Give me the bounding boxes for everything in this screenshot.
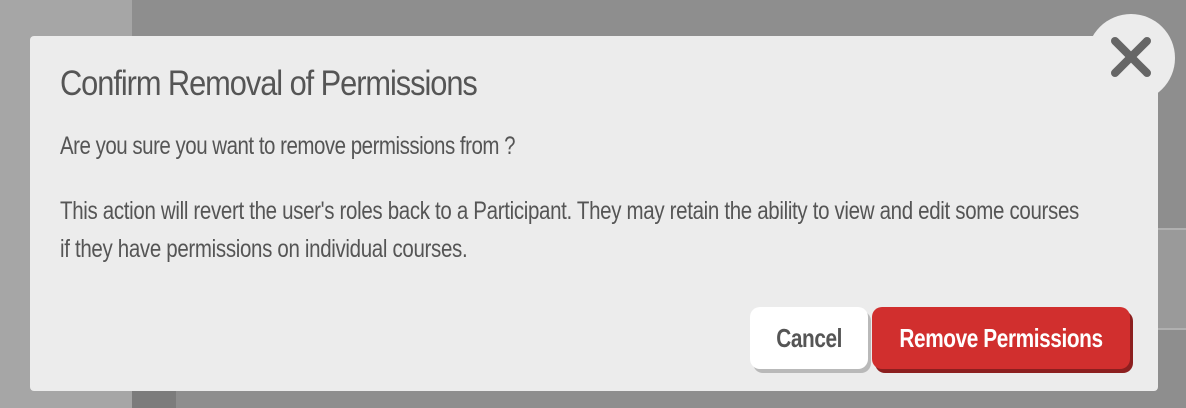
remove-permissions-button-label: Remove Permissions [899,322,1103,353]
cancel-button[interactable]: Cancel [750,307,868,369]
dialog-description: This action will revert the user's roles… [60,197,1079,263]
close-icon [1111,37,1151,77]
backdrop-right-panel [1158,228,1186,330]
dialog-title: Confirm Removal of Permissions [60,64,478,103]
backdrop-strip [132,390,176,408]
close-button[interactable] [1087,14,1175,102]
cancel-button-label: Cancel [776,322,842,353]
remove-permissions-button[interactable]: Remove Permissions [872,307,1130,369]
confirm-dialog: Confirm Removal of Permissions Are you s… [30,36,1158,391]
dialog-question: Are you sure you want to remove permissi… [60,132,516,160]
